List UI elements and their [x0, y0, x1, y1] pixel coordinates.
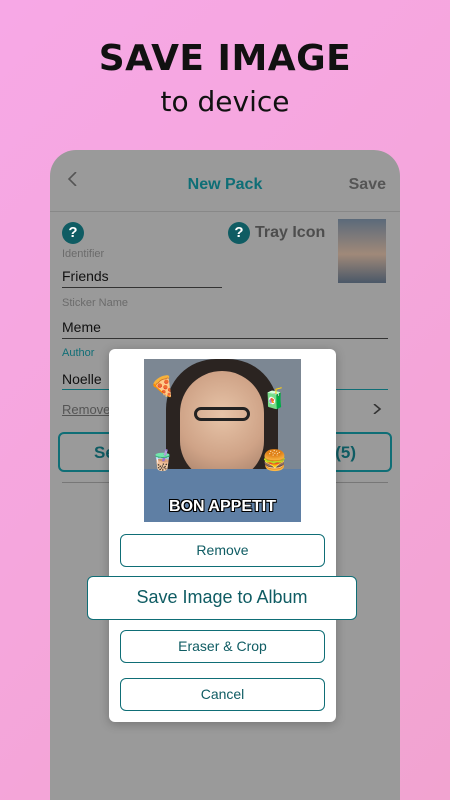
- sticker-name-label: Sticker Name: [62, 297, 129, 309]
- tray-help-icon[interactable]: ?: [228, 222, 250, 244]
- identifier-underline: [62, 287, 222, 288]
- sticker-name-field[interactable]: Meme: [62, 319, 101, 335]
- chevron-right-icon[interactable]: [372, 404, 382, 414]
- promo-subtitle: to device: [160, 85, 290, 118]
- sticker-glasses: [194, 407, 250, 421]
- tray-icon-label: Tray Icon: [255, 224, 326, 241]
- identifier-label: Identifier: [62, 248, 105, 260]
- app-bar: New Pack Save: [50, 150, 400, 212]
- remove-button[interactable]: Remove: [120, 534, 325, 567]
- identifier-field[interactable]: Friends: [62, 268, 109, 284]
- remove-link[interactable]: Remove: [62, 402, 110, 417]
- promo-header: SAVE IMAGE to device: [0, 38, 450, 118]
- pizza-sticker-icon: 🍕: [150, 376, 175, 398]
- sticker-preview-image: 🍕 🧃 🧋 🍔 BON APPETIT: [144, 359, 301, 522]
- help-icon[interactable]: ?: [62, 222, 84, 244]
- sticker-name-underline: [62, 338, 388, 339]
- bubble-tea-sticker-icon: 🧋: [150, 450, 175, 472]
- cancel-button[interactable]: Cancel: [120, 678, 325, 711]
- author-label: Author: [62, 347, 95, 359]
- burger-sticker-icon: 🍔: [262, 450, 287, 472]
- author-field[interactable]: Noelle: [62, 371, 102, 387]
- juice-box-sticker-icon: 🧃: [262, 388, 287, 410]
- sticker-caption: BON APPETIT: [169, 498, 276, 515]
- sticker-face: [180, 371, 264, 481]
- page-title: New Pack: [187, 176, 263, 193]
- promo-title: SAVE IMAGE: [98, 38, 352, 79]
- save-button[interactable]: Save: [349, 176, 386, 194]
- eraser-crop-button[interactable]: Eraser & Crop: [120, 630, 325, 663]
- save-image-to-album-button[interactable]: Save Image to Album: [87, 576, 357, 620]
- tray-icon-image[interactable]: [338, 219, 386, 283]
- sticker-count-label: (5): [335, 443, 356, 462]
- sticker-options-dialog: 🍕 🧃 🧋 🍔 BON APPETIT Remove Save Image to…: [87, 349, 357, 722]
